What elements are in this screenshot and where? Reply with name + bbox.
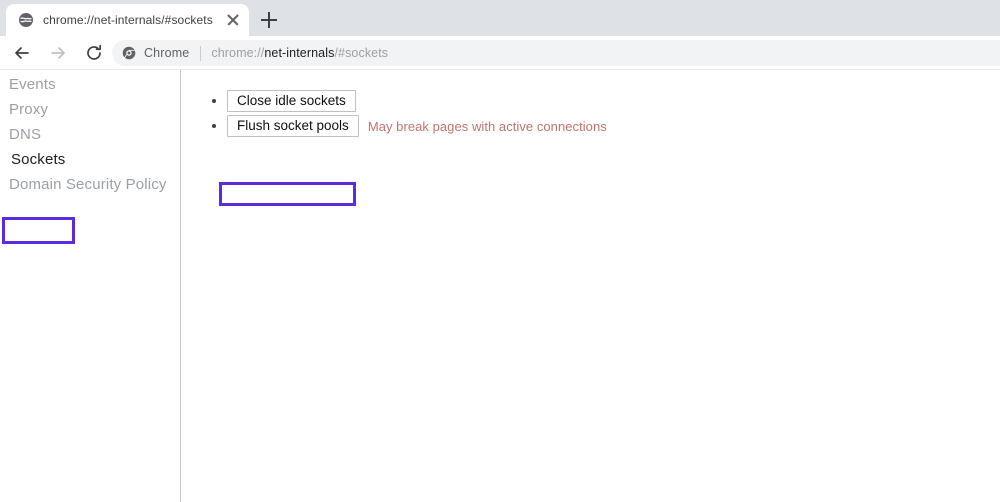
sidebar-item-dns[interactable]: DNS (9, 126, 41, 143)
globe-icon (19, 13, 33, 27)
omnibox-chrome-badge: Chrome (122, 46, 189, 60)
close-icon[interactable] (225, 12, 241, 28)
flush-socket-pools-button[interactable]: Flush socket pools (227, 115, 359, 137)
address-bar[interactable]: Chrome chrome://net-internals/#sockets (112, 40, 1000, 66)
url-scheme: chrome:// (211, 46, 265, 60)
url-path: /#sockets (334, 46, 389, 60)
list-item: Flush socket pools May break pages with … (181, 115, 607, 137)
net-internals-content: Close idle sockets Flush socket pools Ma… (181, 70, 1000, 502)
forward-button[interactable] (44, 39, 72, 67)
back-arrow-icon (15, 47, 29, 59)
bullet-icon (212, 124, 216, 128)
close-idle-sockets-button[interactable]: Close idle sockets (227, 90, 356, 112)
flush-warning-text: May break pages with active connections (367, 118, 607, 134)
omnibox-divider (200, 45, 202, 61)
sidebar-item-events[interactable]: Events (9, 76, 56, 93)
reload-button[interactable] (80, 39, 108, 67)
page-viewport: Events Proxy DNS Sockets Domain Security… (0, 70, 1000, 502)
new-tab-button[interactable] (258, 9, 280, 31)
sidebar-item-proxy[interactable]: Proxy (9, 101, 48, 118)
list-item: Close idle sockets (181, 90, 356, 112)
reload-icon (87, 44, 102, 60)
browser-window: chrome://net-internals/#sockets Chrome c… (0, 0, 1000, 502)
url-host: net-internals (264, 46, 335, 60)
bullet-icon (212, 99, 216, 103)
back-button[interactable] (8, 39, 36, 67)
omnibox-chrome-label: Chrome (144, 46, 190, 60)
tab-title: chrome://net-internals/#sockets (43, 13, 213, 27)
omnibox-url: chrome://net-internals/#sockets (211, 46, 388, 60)
browser-tab[interactable]: chrome://net-internals/#sockets (6, 4, 249, 36)
net-internals-sidebar: Events Proxy DNS Sockets Domain Security… (0, 70, 181, 502)
chrome-logo-icon (122, 46, 136, 60)
sidebar-item-domain-security-policy[interactable]: Domain Security Policy (9, 176, 167, 193)
forward-arrow-icon (51, 47, 65, 59)
sidebar-item-sockets[interactable]: Sockets (11, 151, 65, 168)
tab-strip: chrome://net-internals/#sockets (0, 0, 1000, 36)
